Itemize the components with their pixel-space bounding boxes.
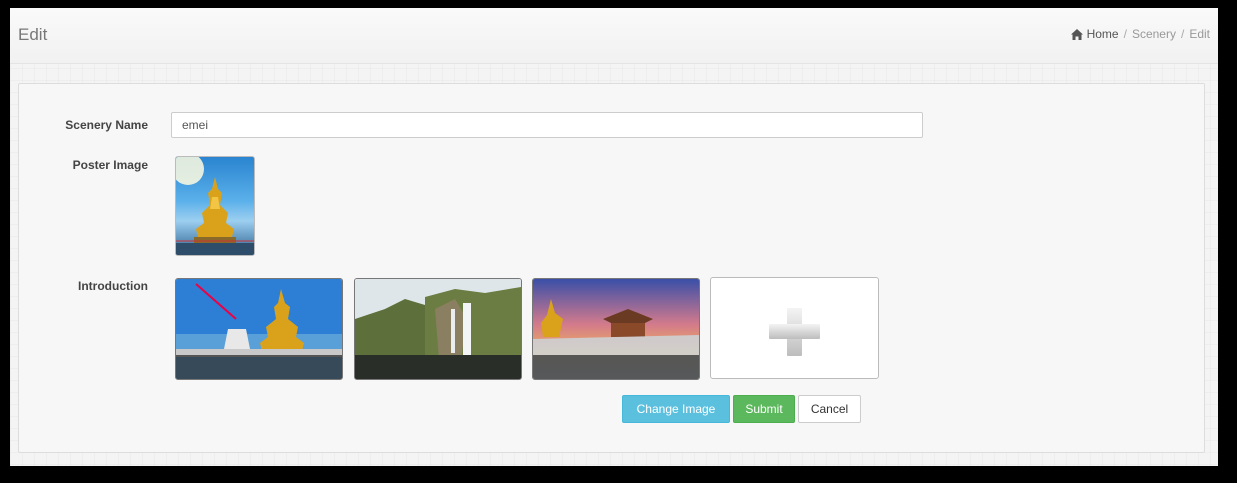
poster-image-art bbox=[176, 157, 254, 255]
image-caption-bar bbox=[533, 355, 699, 379]
home-icon bbox=[1070, 28, 1083, 40]
breadcrumb-scenery[interactable]: Scenery bbox=[1132, 27, 1176, 41]
change-image-button[interactable]: Change Image bbox=[622, 395, 730, 423]
cancel-button[interactable]: Cancel bbox=[798, 395, 861, 423]
edit-form-panel: Scenery Name Poster Image Introduction bbox=[18, 83, 1205, 453]
breadcrumb-home-label: Home bbox=[1086, 27, 1119, 41]
poster-image-label: Poster Image bbox=[72, 158, 148, 172]
poster-image[interactable] bbox=[175, 156, 255, 256]
add-image-button[interactable] bbox=[710, 277, 879, 379]
breadcrumb-separator: / bbox=[1180, 27, 1185, 41]
introduction-image[interactable] bbox=[532, 278, 700, 380]
scenery-name-input[interactable] bbox=[171, 112, 923, 138]
submit-button[interactable]: Submit bbox=[733, 395, 795, 423]
breadcrumb-home[interactable]: Home bbox=[1070, 27, 1119, 41]
edit-page: Edit Home / Scenery / Edit Scenery Name … bbox=[10, 8, 1218, 466]
breadcrumb: Home / Scenery / Edit bbox=[1070, 27, 1210, 41]
introduction-label: Introduction bbox=[78, 279, 148, 293]
scenery-name-label: Scenery Name bbox=[65, 118, 148, 132]
introduction-image[interactable] bbox=[175, 278, 343, 380]
breadcrumb-separator: / bbox=[1123, 27, 1127, 41]
page-title: Edit bbox=[18, 25, 48, 44]
breadcrumb-current: Edit bbox=[1189, 27, 1210, 41]
image-caption-bar bbox=[176, 355, 342, 379]
page-header: Edit Home / Scenery / Edit bbox=[10, 8, 1218, 64]
introduction-image[interactable] bbox=[354, 278, 522, 380]
image-caption-bar bbox=[355, 355, 521, 379]
plus-icon bbox=[769, 308, 820, 356]
